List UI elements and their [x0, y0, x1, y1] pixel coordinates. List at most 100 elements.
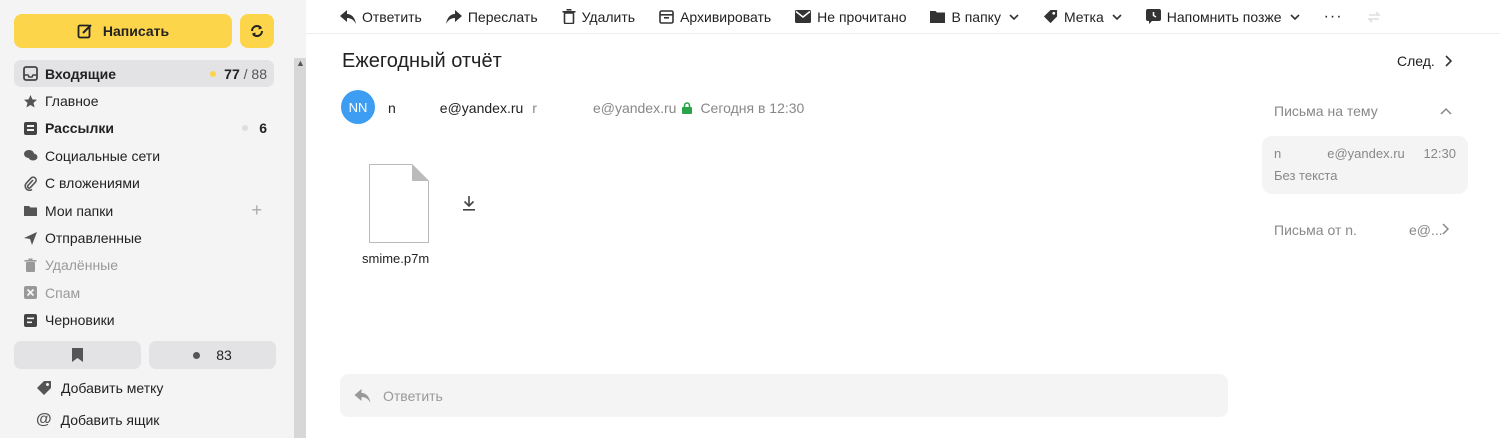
folder-attachments[interactable]: С вложениями	[14, 170, 274, 197]
remind-later-button[interactable]: Напомнить позже	[1145, 8, 1300, 25]
trash-icon	[562, 9, 576, 24]
add-label-link[interactable]: Добавить метку	[36, 380, 163, 396]
bookmark-chip[interactable]	[14, 341, 141, 369]
folder-icon	[22, 203, 38, 219]
thread-item-time: 12:30	[1423, 146, 1456, 161]
drafts-icon	[22, 312, 38, 328]
mark-unread-label: Не прочитано	[817, 8, 907, 25]
next-label: След.	[1397, 53, 1435, 69]
add-mailbox-link[interactable]: @ Добавить ящик	[36, 411, 159, 429]
next-message-button[interactable]: След.	[1397, 53, 1452, 69]
forward-label: Переслать	[467, 8, 538, 25]
at-icon: @	[36, 411, 52, 428]
paperclip-icon	[22, 175, 38, 191]
add-folder-icon[interactable]: +	[251, 200, 262, 221]
letters-from-sender-link[interactable]: Письма от n. e@...	[1274, 222, 1443, 238]
reply-icon	[340, 9, 356, 24]
folder-sent[interactable]: Отправленные	[14, 224, 274, 251]
chevron-right-icon[interactable]	[1442, 222, 1450, 238]
folder-label: Главное	[45, 93, 99, 110]
trash-icon	[22, 257, 38, 273]
folder-label: Спам	[45, 284, 81, 301]
tag-icon	[37, 381, 51, 395]
bookmark-icon	[72, 348, 83, 362]
folder-social[interactable]: Социальные сети	[14, 142, 274, 169]
chevron-down-icon	[1289, 13, 1300, 20]
delete-button[interactable]: Удалить	[562, 9, 635, 25]
chat-icon	[22, 148, 38, 164]
sidebar: Написать Входящие 77 / 88 Главное Рассыл…	[0, 0, 306, 438]
thread-item-body: Без текста	[1274, 168, 1338, 183]
thread-item-from: n e@yandex.ru	[1274, 146, 1405, 161]
message-toolbar: Ответить Переслать Удалить Архивировать …	[306, 0, 1500, 34]
folder-label: Социальные сети	[45, 147, 161, 164]
attachment-name[interactable]: smime.p7m	[362, 251, 429, 266]
remind-later-label: Напомнить позже	[1166, 8, 1282, 25]
refresh-icon	[251, 25, 263, 37]
folder-drafts[interactable]: Черновики	[14, 307, 274, 334]
unread-dot	[210, 70, 216, 77]
newsletters-count: 6	[259, 120, 267, 137]
recipient-address[interactable]: r e@yandex.ru	[532, 100, 676, 116]
unread-dot-icon	[193, 351, 201, 359]
newsletter-icon	[22, 120, 38, 136]
chevron-right-icon	[1445, 55, 1452, 67]
chevron-down-icon	[1009, 13, 1019, 20]
envelope-icon	[795, 10, 812, 23]
reminder-icon	[1145, 9, 1161, 24]
move-to-folder-button[interactable]: В папку	[930, 8, 1019, 25]
folder-spam[interactable]: Спам	[14, 279, 274, 306]
add-mailbox-text: Добавить ящик	[60, 412, 160, 428]
reply-icon	[354, 388, 371, 403]
move-to-folder-label: В папку	[951, 8, 1001, 25]
folder-my-folders[interactable]: Мои папки +	[14, 197, 274, 224]
forward-icon	[445, 9, 462, 24]
folder-newsletters[interactable]: Рассылки 6	[14, 115, 274, 142]
star-icon	[22, 93, 38, 109]
message-header: n e@yandex.ru r e@yandex.ru Сегодня в 12:3…	[388, 100, 804, 116]
sender-avatar[interactable]: NN	[341, 90, 375, 124]
folder-label: Отправленные	[45, 230, 142, 247]
unread-chip[interactable]: 83	[149, 341, 276, 369]
folder-inbox[interactable]: Входящие 77 / 88	[14, 60, 274, 88]
folder-label: Рассылки	[45, 120, 114, 137]
message-date: Сегодня в 12:30	[700, 100, 805, 116]
download-icon	[463, 196, 475, 211]
folder-deleted[interactable]: Удалённые	[14, 252, 274, 279]
mark-unread-button[interactable]: Не прочитано	[795, 9, 906, 25]
sync-icon[interactable]	[1366, 10, 1381, 24]
tag-icon	[1043, 9, 1058, 24]
folder-icon	[930, 11, 946, 23]
label-label: Метка	[1063, 8, 1104, 25]
scroll-up-icon[interactable]: ▲	[296, 58, 305, 68]
compose-label: Написать	[102, 23, 170, 39]
edit-icon	[77, 24, 92, 39]
reply-button[interactable]: Ответить	[340, 9, 422, 25]
inbox-count: 77 / 88	[224, 65, 267, 82]
folder-label: Мои папки	[45, 202, 114, 219]
archive-button[interactable]: Архивировать	[659, 9, 771, 25]
attachment-file-icon[interactable]	[369, 164, 429, 246]
message-subject: Ежегодный отчёт	[342, 50, 502, 72]
archive-label: Архивировать	[680, 8, 772, 25]
inbox-icon	[22, 66, 38, 82]
delete-label: Удалить	[581, 8, 636, 25]
archive-icon	[659, 9, 674, 24]
chevron-up-icon[interactable]	[1440, 102, 1452, 118]
sidebar-scrollbar[interactable]	[294, 58, 306, 438]
add-label-text: Добавить метку	[61, 380, 164, 396]
sender-address[interactable]: n e@yandex.ru	[388, 100, 523, 116]
more-actions-button[interactable]: ···	[1324, 8, 1343, 26]
folder-label: С вложениями	[45, 175, 140, 192]
folder-list: Входящие 77 / 88 Главное Рассылки 6 Соци…	[14, 60, 274, 334]
folder-important[interactable]: Главное	[14, 87, 274, 114]
quick-reply-box[interactable]: Ответить	[340, 374, 1228, 417]
label-button[interactable]: Метка	[1043, 9, 1122, 25]
thread-header[interactable]: Письма на тему	[1274, 103, 1378, 119]
forward-button[interactable]: Переслать	[445, 8, 538, 25]
refresh-button[interactable]	[240, 14, 274, 48]
thread-item[interactable]: n e@yandex.ru 12:30 Без текста	[1262, 136, 1468, 194]
compose-button[interactable]: Написать	[14, 14, 232, 48]
download-button[interactable]	[462, 195, 476, 214]
spam-icon	[22, 285, 38, 301]
